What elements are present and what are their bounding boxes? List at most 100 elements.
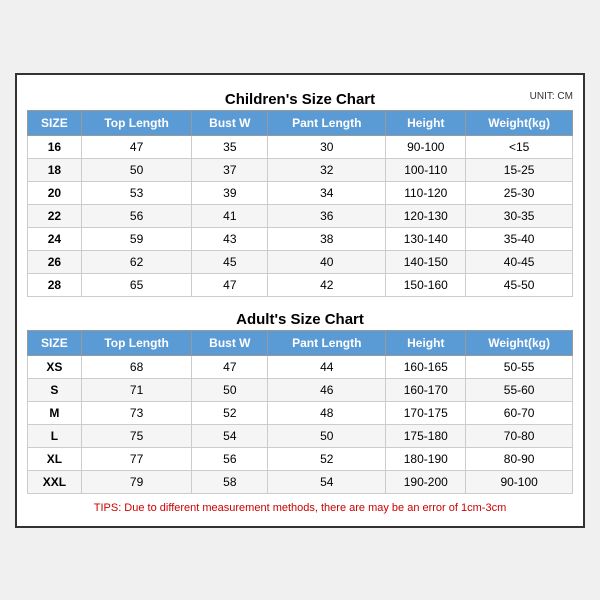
table-cell: 160-170: [386, 378, 466, 401]
table-cell: 48: [268, 401, 386, 424]
table-cell: 52: [192, 401, 268, 424]
adults-title: Adult's Size Chart: [27, 305, 573, 330]
table-cell: L: [28, 424, 82, 447]
table-cell: 68: [81, 355, 192, 378]
table-cell: 130-140: [386, 227, 466, 250]
table-cell: 39: [192, 181, 268, 204]
table-cell: 90-100: [386, 135, 466, 158]
children-header-row: SIZE Top Length Bust W Pant Length Heigh…: [28, 110, 573, 135]
table-cell: 54: [268, 470, 386, 493]
table-cell: 44: [268, 355, 386, 378]
table-cell: 60-70: [466, 401, 573, 424]
children-col-size: SIZE: [28, 110, 82, 135]
table-cell: 65: [81, 273, 192, 296]
table-cell: XS: [28, 355, 82, 378]
table-cell: 38: [268, 227, 386, 250]
table-cell: 24: [28, 227, 82, 250]
table-cell: 120-130: [386, 204, 466, 227]
table-row: XXL795854190-20090-100: [28, 470, 573, 493]
table-row: XL775652180-19080-90: [28, 447, 573, 470]
adults-col-toplength: Top Length: [81, 330, 192, 355]
table-cell: 28: [28, 273, 82, 296]
table-cell: 73: [81, 401, 192, 424]
table-cell: 41: [192, 204, 268, 227]
children-table: SIZE Top Length Bust W Pant Length Heigh…: [27, 110, 573, 297]
table-cell: XL: [28, 447, 82, 470]
table-cell: 45: [192, 250, 268, 273]
table-cell: 15-25: [466, 158, 573, 181]
table-cell: 47: [192, 355, 268, 378]
children-col-pantlength: Pant Length: [268, 110, 386, 135]
table-cell: 46: [268, 378, 386, 401]
table-cell: 71: [81, 378, 192, 401]
table-cell: 110-120: [386, 181, 466, 204]
table-cell: 16: [28, 135, 82, 158]
table-row: 1647353090-100<15: [28, 135, 573, 158]
table-cell: 79: [81, 470, 192, 493]
table-cell: 100-110: [386, 158, 466, 181]
table-cell: 25-30: [466, 181, 573, 204]
table-cell: 56: [192, 447, 268, 470]
children-tbody: 1647353090-100<1518503732100-11015-25205…: [28, 135, 573, 296]
table-cell: 80-90: [466, 447, 573, 470]
table-row: L755450175-18070-80: [28, 424, 573, 447]
table-cell: 52: [268, 447, 386, 470]
table-row: 26624540140-15040-45: [28, 250, 573, 273]
table-cell: 30: [268, 135, 386, 158]
table-row: 24594338130-14035-40: [28, 227, 573, 250]
table-cell: XXL: [28, 470, 82, 493]
table-row: 28654742150-16045-50: [28, 273, 573, 296]
table-cell: 26: [28, 250, 82, 273]
table-cell: 20: [28, 181, 82, 204]
table-cell: 35-40: [466, 227, 573, 250]
children-col-toplength: Top Length: [81, 110, 192, 135]
table-cell: 40-45: [466, 250, 573, 273]
children-col-weight: Weight(kg): [466, 110, 573, 135]
table-cell: 75: [81, 424, 192, 447]
table-cell: 53: [81, 181, 192, 204]
table-cell: 45-50: [466, 273, 573, 296]
table-cell: 47: [192, 273, 268, 296]
table-cell: M: [28, 401, 82, 424]
table-cell: 50-55: [466, 355, 573, 378]
table-row: 22564136120-13030-35: [28, 204, 573, 227]
table-cell: 34: [268, 181, 386, 204]
children-col-height: Height: [386, 110, 466, 135]
tips-text: TIPS: Due to different measurement metho…: [27, 500, 573, 516]
unit-label: UNIT: CM: [530, 91, 573, 102]
adults-col-bustw: Bust W: [192, 330, 268, 355]
table-cell: 170-175: [386, 401, 466, 424]
table-cell: 55-60: [466, 378, 573, 401]
table-row: S715046160-17055-60: [28, 378, 573, 401]
table-row: 18503732100-11015-25: [28, 158, 573, 181]
adults-header-row: SIZE Top Length Bust W Pant Length Heigh…: [28, 330, 573, 355]
table-cell: 56: [81, 204, 192, 227]
adults-col-size: SIZE: [28, 330, 82, 355]
table-cell: 35: [192, 135, 268, 158]
table-cell: 190-200: [386, 470, 466, 493]
children-col-bustw: Bust W: [192, 110, 268, 135]
table-cell: 90-100: [466, 470, 573, 493]
table-cell: 50: [81, 158, 192, 181]
table-row: XS684744160-16550-55: [28, 355, 573, 378]
adults-title-text: Adult's Size Chart: [236, 311, 364, 328]
table-cell: 50: [192, 378, 268, 401]
table-cell: 36: [268, 204, 386, 227]
adults-col-height: Height: [386, 330, 466, 355]
table-row: M735248170-17560-70: [28, 401, 573, 424]
table-cell: 58: [192, 470, 268, 493]
adults-tbody: XS684744160-16550-55S715046160-17055-60M…: [28, 355, 573, 493]
table-cell: 180-190: [386, 447, 466, 470]
table-cell: 37: [192, 158, 268, 181]
table-cell: 18: [28, 158, 82, 181]
table-cell: 175-180: [386, 424, 466, 447]
table-cell: 22: [28, 204, 82, 227]
table-cell: 32: [268, 158, 386, 181]
table-cell: 47: [81, 135, 192, 158]
table-cell: 54: [192, 424, 268, 447]
table-cell: 160-165: [386, 355, 466, 378]
adults-col-pantlength: Pant Length: [268, 330, 386, 355]
table-cell: 70-80: [466, 424, 573, 447]
table-cell: 140-150: [386, 250, 466, 273]
table-cell: 77: [81, 447, 192, 470]
